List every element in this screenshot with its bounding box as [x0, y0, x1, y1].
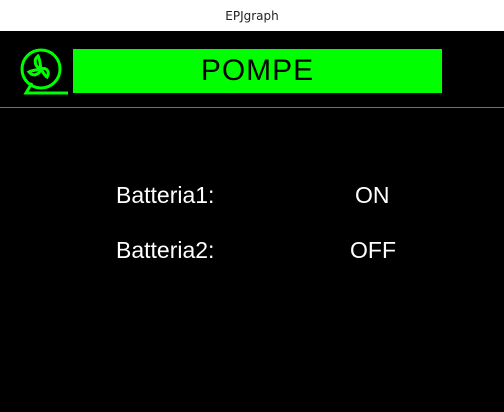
header-divider — [0, 107, 504, 108]
display-screen: POMPE Batteria1: ON Batteria2: OFF — [0, 31, 504, 412]
battery1-value: ON — [355, 182, 390, 208]
app-window: EPJgraph POMPE Batteria1: ON Batteria2: … — [0, 0, 504, 412]
battery2-label: Batteria2: — [116, 237, 215, 263]
pump-icon — [16, 45, 68, 97]
battery2-value: OFF — [350, 237, 396, 263]
window-title: EPJgraph — [0, 0, 504, 31]
screen-title: POMPE — [73, 49, 442, 93]
battery1-label: Batteria1: — [116, 182, 215, 208]
